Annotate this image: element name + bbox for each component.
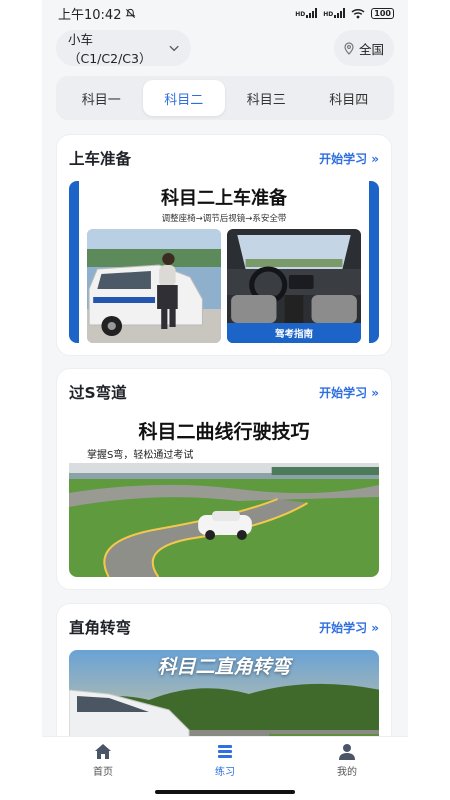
lesson-thumbnail[interactable]: 科目二上车准备 调整座椅→调节后视镜→系安全带 驾考指南 [69, 181, 379, 343]
wifi-icon [351, 8, 365, 18]
s-curve-track-photo [69, 463, 379, 577]
nav-label: 首页 [93, 767, 113, 778]
thumbnail-subtitle: 调整座椅→调节后视镜→系安全带 [161, 214, 287, 224]
card-title: 过S弯道 [69, 384, 127, 402]
car-interior-photo: 驾考指南 [227, 229, 361, 343]
thumbnail-title: 科目二曲线行驶技巧 [138, 421, 310, 443]
chevron-down-icon [169, 45, 179, 51]
thumbnail-badge: 驾考指南 [227, 323, 361, 343]
thumbnail-subtitle: 掌握S弯，轻松通过考试 [87, 450, 194, 461]
thumbnail-title: 科目二直角转弯 [157, 656, 291, 678]
status-bar: 上午10:42 HD HD 100 [42, 0, 408, 26]
start-learning-link[interactable]: 开始学习 » [319, 150, 379, 167]
network-indicator-2: HD [323, 8, 346, 18]
battery-indicator: 100 [371, 7, 394, 19]
tab-subject-3[interactable]: 科目三 [225, 80, 308, 116]
app-screen: 上午10:42 HD HD 100 小车（C1/C2/C3） 全国 科目一 科目… [42, 0, 408, 800]
tab-subject-1[interactable]: 科目一 [60, 80, 143, 116]
mute-icon [126, 8, 136, 18]
lesson-card-preparation[interactable]: 上车准备 开始学习 » 科目二上车准备 调整座椅→调节后视镜→系安全带 驾考指南 [56, 134, 392, 356]
tab-subject-4[interactable]: 科目四 [308, 80, 391, 116]
user-icon [339, 744, 355, 760]
car-exterior-photo [87, 229, 221, 343]
tab-subject-2[interactable]: 科目二 [142, 80, 225, 116]
car-type-label: 小车（C1/C2/C3） [68, 32, 152, 66]
nav-label: 我的 [337, 767, 357, 778]
lesson-card-s-curve[interactable]: 过S弯道 开始学习 » 科目二曲线行驶技巧 掌握S弯，轻松通过考试 [56, 368, 392, 590]
home-indicator [155, 790, 295, 794]
card-title: 上车准备 [69, 150, 132, 168]
region-selector[interactable]: 全国 [334, 30, 394, 66]
status-time: 上午10:42 [58, 7, 122, 23]
top-selector-bar: 小车（C1/C2/C3） 全国 [42, 26, 408, 66]
start-learning-link[interactable]: 开始学习 » [319, 384, 379, 401]
bottom-navigation: 首页 练习 我的 [42, 736, 408, 800]
start-learning-link[interactable]: 开始学习 » [319, 619, 379, 636]
lesson-thumbnail[interactable]: 科目二曲线行驶技巧 掌握S弯，轻松通过考试 [69, 415, 379, 577]
nav-home[interactable]: 首页 [42, 743, 164, 800]
home-icon [95, 744, 111, 759]
network-indicator-1: HD [295, 8, 318, 18]
region-label: 全国 [358, 41, 384, 57]
nav-label: 练习 [215, 767, 235, 778]
list-icon [218, 745, 232, 758]
car-type-selector[interactable]: 小车（C1/C2/C3） [56, 30, 191, 66]
card-title: 直角转弯 [69, 619, 132, 637]
thumbnail-title: 科目二上车准备 [161, 188, 287, 209]
subject-tabs: 科目一 科目二 科目三 科目四 [56, 76, 394, 120]
location-pin-icon [344, 41, 354, 55]
nav-profile[interactable]: 我的 [286, 743, 408, 800]
